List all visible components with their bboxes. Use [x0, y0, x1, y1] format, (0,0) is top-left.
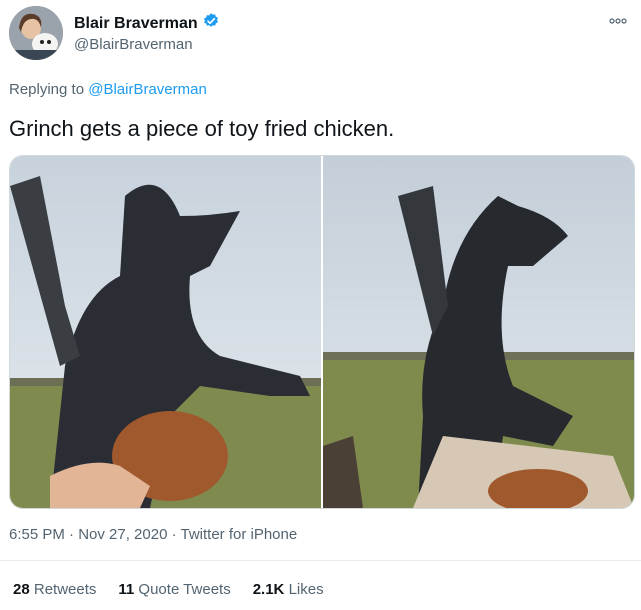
- verified-icon: [202, 12, 220, 35]
- photo-2[interactable]: [323, 156, 634, 508]
- reply-mention-link[interactable]: @BlairBraverman: [88, 81, 207, 98]
- author-handle[interactable]: @BlairBraverman: [74, 36, 193, 53]
- divider: [0, 560, 641, 561]
- retweets-count: 28: [13, 581, 30, 598]
- tweet-text: Grinch gets a piece of toy fried chicken…: [9, 116, 395, 141]
- retweets-label: Retweets: [33, 581, 97, 598]
- likes-label: Likes: [288, 581, 324, 598]
- reply-prefix: Replying to: [9, 81, 85, 98]
- likes-count: 2.1K: [252, 581, 285, 598]
- author-name-row[interactable]: Blair Braverman: [74, 12, 220, 35]
- more-icon[interactable]: [609, 14, 627, 28]
- likes-stat[interactable]: 2.1K Likes: [253, 581, 324, 598]
- reply-context: Replying to @BlairBraverman: [9, 81, 207, 98]
- quotes-label: Quote Tweets: [138, 581, 231, 598]
- tweet-stats: 28 Retweets 11 Quote Tweets 2.1K Likes: [13, 581, 324, 598]
- quotes-count: 11: [118, 581, 135, 598]
- photo-1[interactable]: [10, 156, 321, 508]
- retweets-stat[interactable]: 28 Retweets: [13, 581, 96, 598]
- avatar[interactable]: [9, 6, 63, 60]
- quotes-stat[interactable]: 11 Quote Tweets: [118, 581, 230, 598]
- author-name[interactable]: Blair Braverman: [74, 15, 198, 33]
- tweet-media[interactable]: [9, 155, 635, 509]
- tweet-timestamp[interactable]: 6:55 PM · Nov 27, 2020 · Twitter for iPh…: [9, 526, 297, 543]
